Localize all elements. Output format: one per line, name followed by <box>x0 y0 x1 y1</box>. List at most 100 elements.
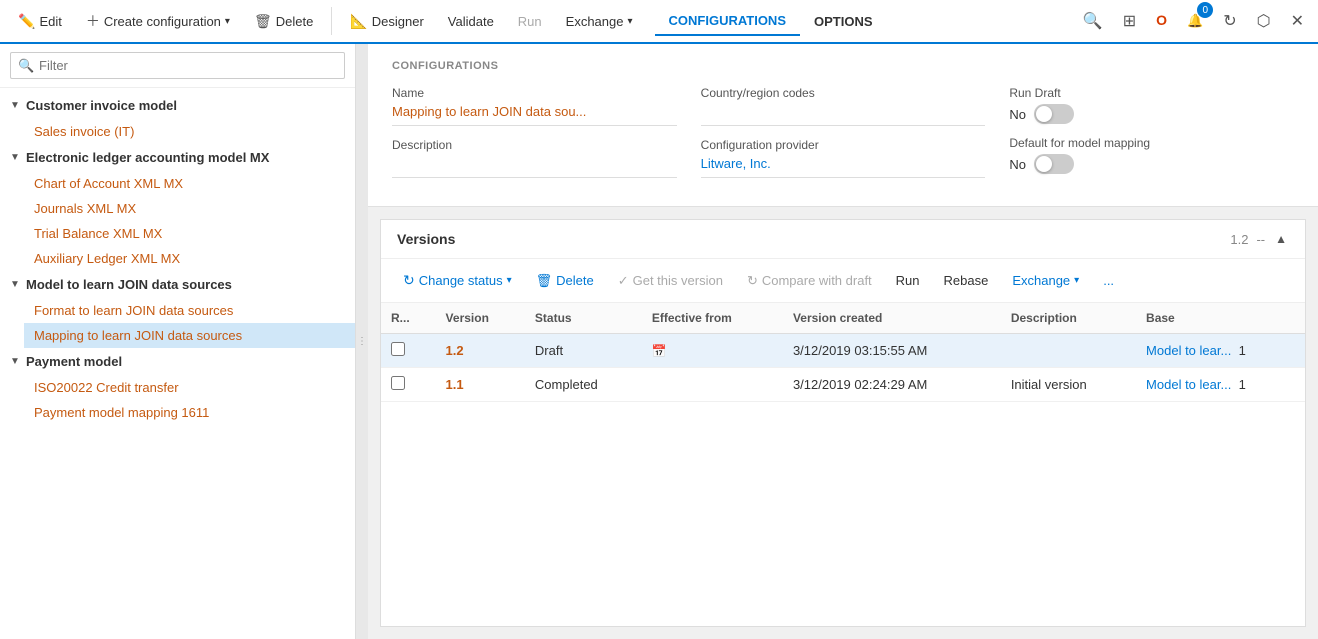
config-col1: Name Mapping to learn JOIN data sou... D… <box>392 86 677 190</box>
table-header: R...VersionStatusEffective fromVersion c… <box>381 303 1305 334</box>
change-status-button[interactable]: ↻ Change status ▾ <box>393 267 522 294</box>
base-link[interactable]: Model to lear... <box>1146 343 1231 358</box>
collapse-versions-button[interactable]: ▲ <box>1273 230 1289 248</box>
get-this-version-button[interactable]: ✓ Get this version <box>608 268 733 294</box>
exchange-version-button[interactable]: Exchange ▾ <box>1002 268 1089 293</box>
edit-button[interactable]: ✏️ Edit <box>8 7 72 36</box>
change-status-arrow: ▾ <box>507 275 512 286</box>
tree-group-header-model-join[interactable]: ▼Model to learn JOIN data sources <box>0 271 355 298</box>
versions-actions: ↻ Change status ▾ 🗑 Delete ✓ Get this ve… <box>381 259 1305 303</box>
toggle-knob <box>1036 106 1052 122</box>
tree-item-sales-invoice[interactable]: Sales invoice (IT) <box>24 119 355 144</box>
compare-draft-button[interactable]: ↻ Compare with draft <box>737 268 882 294</box>
name-label: Name <box>392 86 677 100</box>
trash2-icon: 🗑 <box>536 273 553 289</box>
group-label-model-join: Model to learn JOIN data sources <box>26 277 232 292</box>
tree-children-model-join: Format to learn JOIN data sourcesMapping… <box>0 298 355 348</box>
table-body: 1.2 Draft 📅 3/12/2019 03:15:55 AM Model to l… <box>381 334 1305 402</box>
tree-arrow-electronic-ledger: ▼ <box>10 152 22 163</box>
create-config-button[interactable]: ＋ Create configuration ▾ <box>76 5 240 37</box>
run-draft-field: Run Draft No <box>1009 86 1294 124</box>
config-col3: Run Draft No Default for model mapping N… <box>1009 86 1294 190</box>
tree-item-iso-credit[interactable]: ISO20022 Credit transfer <box>24 375 355 400</box>
country-value <box>701 104 986 126</box>
trash-icon: 🗑 <box>254 13 272 30</box>
delete-version-button[interactable]: 🗑 Delete <box>526 268 604 294</box>
version-number: 1.2 <box>446 343 464 358</box>
tree-item-journals-xml[interactable]: Journals XML MX <box>24 196 355 221</box>
cell-effective-from: 📅 <box>642 334 783 368</box>
config-section: CONFIGURATIONS Name Mapping to learn JOI… <box>368 44 1318 207</box>
cell-description <box>1001 334 1136 368</box>
default-mapping-label: Default for model mapping <box>1009 136 1294 150</box>
validate-button[interactable]: Validate <box>438 8 504 35</box>
col-header-r: R... <box>381 303 436 334</box>
filter-wrap: 🔍 <box>10 52 345 79</box>
default-mapping-value: No <box>1009 157 1026 172</box>
grid-icon-button[interactable]: ⊞ <box>1117 5 1142 37</box>
table-row[interactable]: 1.2 Draft 📅 3/12/2019 03:15:55 AM Model to l… <box>381 334 1305 368</box>
col-header-version: Version <box>436 303 525 334</box>
collapse-handle[interactable]: ⋮ <box>356 44 368 639</box>
provider-value[interactable]: Litware, Inc. <box>701 156 986 178</box>
group-label-electronic-ledger: Electronic ledger accounting model MX <box>26 150 269 165</box>
tree-item-format-join[interactable]: Format to learn JOIN data sources <box>24 298 355 323</box>
tab-configurations[interactable]: CONFIGURATIONS <box>655 7 800 36</box>
cell-version: 1.2 <box>436 334 525 368</box>
config-fields: Name Mapping to learn JOIN data sou... D… <box>392 86 1294 190</box>
tree-item-trial-balance[interactable]: Trial Balance XML MX <box>24 221 355 246</box>
table-row[interactable]: 1.1Completed3/12/2019 02:24:29 AMInitial… <box>381 368 1305 402</box>
notification-button[interactable]: 🔔 0 <box>1181 6 1209 36</box>
cell-r <box>381 368 436 402</box>
get-version-icon: ✓ <box>618 273 629 289</box>
run-button[interactable]: Run <box>508 8 552 35</box>
rebase-button[interactable]: Rebase <box>934 268 999 293</box>
version-separator: -- <box>1256 232 1265 247</box>
sidebar-filter-section: 🔍 <box>0 44 355 88</box>
tree-group-header-customer-invoice[interactable]: ▼Customer invoice model <box>0 92 355 119</box>
cell-version-created: 3/12/2019 03:15:55 AM <box>783 334 1001 368</box>
tree-children-payment-model: ISO20022 Credit transferPayment model ma… <box>0 375 355 425</box>
default-mapping-toggle[interactable] <box>1034 154 1074 174</box>
tree-item-auxiliary[interactable]: Auxiliary Ledger XML MX <box>24 246 355 271</box>
run-version-button[interactable]: Run <box>886 268 930 293</box>
main-layout: 🔍 ▼Customer invoice modelSales invoice (… <box>0 44 1318 639</box>
more-button[interactable]: ... <box>1093 268 1124 293</box>
row-checkbox[interactable] <box>391 342 405 356</box>
toolbar-right: 🔍 ⊞ O 🔔 0 ↻ ⬡ ✕ <box>1077 5 1310 37</box>
designer-icon: 📐 <box>350 13 367 30</box>
run-draft-value: No <box>1009 107 1026 122</box>
base-link[interactable]: Model to lear... <box>1146 377 1231 392</box>
search-button[interactable]: 🔍 <box>1077 5 1109 37</box>
tree-item-chart-xml[interactable]: Chart of Account XML MX <box>24 171 355 196</box>
tree-item-mapping-join[interactable]: Mapping to learn JOIN data sources <box>24 323 355 348</box>
nav-tabs: CONFIGURATIONS OPTIONS <box>655 7 887 36</box>
close-button[interactable]: ✕ <box>1285 5 1310 37</box>
exchange-button[interactable]: Exchange ▾ <box>556 8 643 35</box>
tree-item-payment-mapping[interactable]: Payment model mapping 1611 <box>24 400 355 425</box>
office-icon-button[interactable]: O <box>1150 6 1173 36</box>
calendar-icon[interactable]: 📅 <box>652 344 667 358</box>
cell-status: Draft <box>525 334 642 368</box>
description-label: Description <box>392 138 677 152</box>
delete-button[interactable]: 🗑 Delete <box>244 7 323 36</box>
col-header-status: Status <box>525 303 642 334</box>
open-new-button[interactable]: ⬡ <box>1251 5 1277 37</box>
filter-input[interactable] <box>10 52 345 79</box>
versions-header: Versions 1.2 -- ▲ <box>381 220 1305 259</box>
provider-field: Configuration provider Litware, Inc. <box>701 138 986 178</box>
description-value <box>392 156 677 178</box>
row-checkbox[interactable] <box>391 376 405 390</box>
notification-badge-wrap: 🔔 0 <box>1181 6 1209 36</box>
versions-title: Versions <box>397 231 455 247</box>
tab-options[interactable]: OPTIONS <box>800 8 887 35</box>
tree-group-header-payment-model[interactable]: ▼Payment model <box>0 348 355 375</box>
run-draft-toggle-row: No <box>1009 104 1294 124</box>
col-header-version_created: Version created <box>783 303 1001 334</box>
run-draft-toggle[interactable] <box>1034 104 1074 124</box>
tree-group-header-electronic-ledger[interactable]: ▼ Electronic ledger accounting model MX <box>0 144 355 171</box>
refresh-button[interactable]: ↻ <box>1217 5 1242 37</box>
toggle-knob2 <box>1036 156 1052 172</box>
col-header-base: Base <box>1136 303 1305 334</box>
designer-button[interactable]: 📐 Designer <box>340 7 433 36</box>
